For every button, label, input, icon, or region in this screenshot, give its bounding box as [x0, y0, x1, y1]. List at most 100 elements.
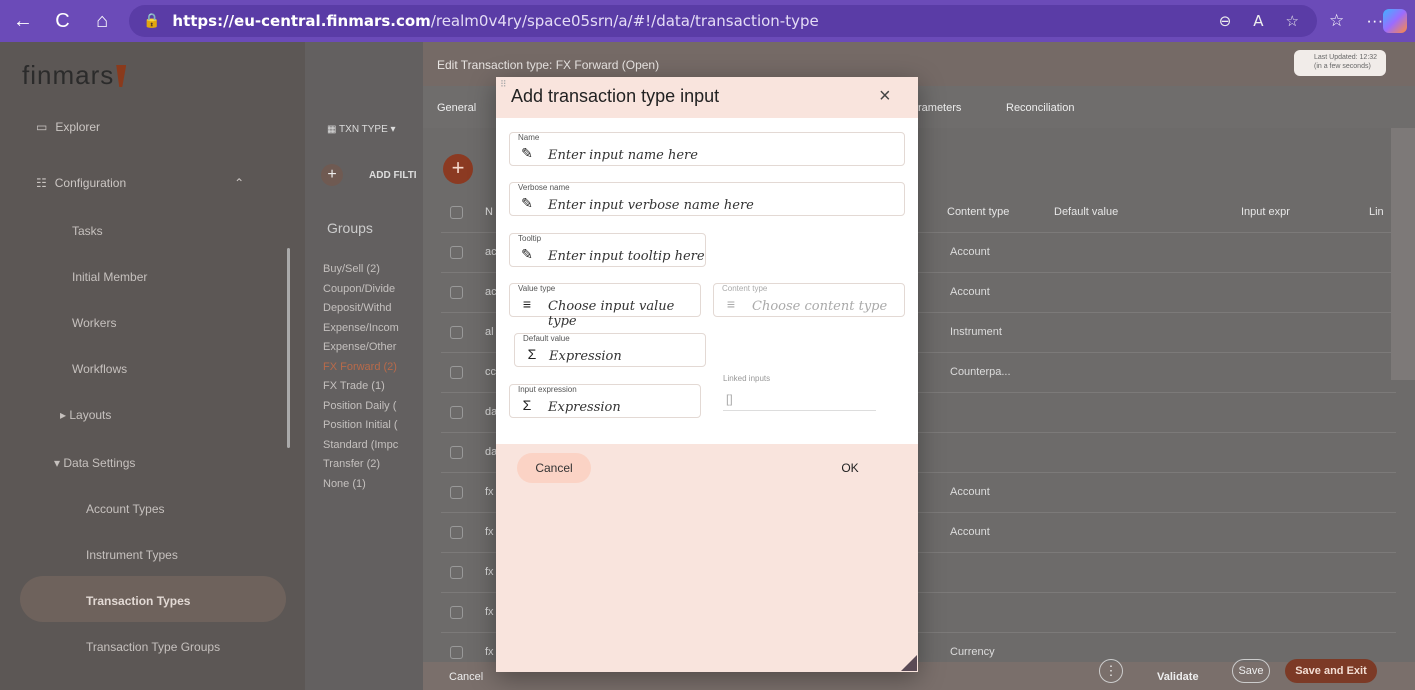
linked-inputs-value[interactable]: [] [726, 392, 733, 406]
ok-button[interactable]: OK [830, 453, 870, 483]
group-item[interactable]: Buy/Sell (2) [323, 260, 423, 280]
col-header-input-expr[interactable]: Input expr [1241, 206, 1290, 218]
row-name-cell[interactable]: fx [485, 606, 494, 618]
group-item[interactable]: Standard (Impc [323, 436, 423, 456]
row-name-cell[interactable]: fx [485, 486, 494, 498]
tooltip-label: Tooltip [518, 234, 542, 243]
group-item[interactable]: Position Daily ( [323, 397, 423, 417]
col-header-name[interactable]: N [485, 206, 493, 218]
row-checkbox[interactable] [450, 566, 463, 579]
row-checkbox[interactable] [450, 606, 463, 619]
last-updated-badge[interactable]: Last Updated: 12:32 (in a few seconds) [1294, 50, 1386, 76]
content-type-label: Content type [722, 284, 768, 293]
verbose-name-field[interactable]: Verbose name ✎ Enter input verbose name … [509, 182, 905, 216]
row-checkbox[interactable] [450, 486, 463, 499]
input-expression-field[interactable]: Input expression Σ Expression [509, 384, 701, 418]
copilot-icon[interactable] [1383, 9, 1407, 33]
sidebar-item-transaction-type-groups[interactable]: Transaction Type Groups [86, 640, 220, 654]
lock-icon[interactable]: 🔒 [143, 13, 160, 29]
row-name-cell[interactable]: ac [485, 246, 497, 258]
sidebar-item-data-settings[interactable]: ▾ Data Settings [54, 456, 135, 470]
default-value-input[interactable]: Expression [549, 349, 622, 364]
group-item[interactable]: FX Forward (2) [323, 358, 423, 378]
address-bar[interactable]: 🔒 https://eu-central.finmars.com /realm0… [128, 5, 1317, 37]
app-shell: finmars ▭ Explorer ☷ Configuration ⌃ Tasks … [0, 42, 1415, 690]
tooltip-field[interactable]: Tooltip ✎ Enter input tooltip here [509, 233, 706, 267]
row-checkbox[interactable] [450, 286, 463, 299]
sidebar-item-workers[interactable]: Workers [72, 316, 116, 330]
default-value-field[interactable]: Default value Σ Expression [514, 333, 706, 367]
group-item[interactable]: Transfer (2) [323, 455, 423, 475]
row-checkbox[interactable] [450, 446, 463, 459]
sidebar-item-workflows[interactable]: Workflows [72, 362, 127, 376]
group-item[interactable]: Expense/Incom [323, 319, 423, 339]
col-header-default-value[interactable]: Default value [1054, 206, 1118, 218]
table-scrollbar[interactable] [1391, 128, 1415, 380]
tab-parameters[interactable]: rameters [918, 102, 961, 114]
name-label: Name [518, 133, 540, 142]
sidebar-item-initial-member[interactable]: Initial Member [72, 270, 147, 284]
sidebar-item-tasks[interactable]: Tasks [72, 224, 103, 238]
favorites-icon[interactable]: ☆ [1329, 11, 1344, 31]
row-checkbox[interactable] [450, 406, 463, 419]
content-type-select[interactable]: Content type ≡ Choose content type [713, 283, 905, 317]
row-name-cell[interactable]: al [485, 326, 494, 338]
close-icon[interactable]: × [879, 85, 891, 108]
more-icon[interactable]: ··· [1366, 11, 1383, 31]
row-checkbox[interactable] [450, 366, 463, 379]
row-name-cell[interactable]: cc [485, 366, 496, 378]
group-item[interactable]: Deposit/Withd [323, 299, 423, 319]
sidebar-item-transaction-types[interactable]: Transaction Types [86, 594, 190, 608]
group-item[interactable]: None (1) [323, 475, 423, 495]
reload-icon[interactable]: C [46, 4, 80, 38]
tooltip-input[interactable]: Enter input tooltip here [548, 249, 705, 264]
txn-type-selector[interactable]: ▦ TXN TYPE ▾ [327, 124, 396, 135]
cancel-button[interactable]: Cancel [517, 453, 591, 483]
finmars-logo[interactable]: finmars [22, 60, 127, 91]
save-button[interactable]: Save [1232, 659, 1270, 683]
home-icon[interactable]: ⌂ [85, 4, 119, 38]
col-header-content-type[interactable]: Content type [947, 206, 1009, 218]
tab-reconciliation[interactable]: Reconciliation [1006, 102, 1074, 114]
select-all-checkbox[interactable] [450, 206, 463, 219]
sidebar-scrollbar[interactable] [287, 248, 290, 448]
row-checkbox[interactable] [450, 246, 463, 259]
url-host: https://eu-central.finmars.com [172, 12, 431, 30]
add-filter-button[interactable]: ADD FILTI [369, 170, 417, 181]
group-item[interactable]: Position Initial ( [323, 416, 423, 436]
group-item[interactable]: FX Trade (1) [323, 377, 423, 397]
sidebar-item-layouts[interactable]: ▸ Layouts [60, 408, 111, 422]
row-checkbox[interactable] [450, 646, 463, 659]
more-actions-icon[interactable]: ⋮ [1099, 659, 1123, 683]
group-item[interactable]: Coupon/Divide [323, 280, 423, 300]
row-name-cell[interactable]: fx [485, 566, 494, 578]
sidebar-item-explorer[interactable]: ▭ Explorer [36, 120, 100, 134]
row-checkbox[interactable] [450, 526, 463, 539]
read-aloud-icon[interactable]: A [1253, 12, 1263, 30]
sidebar-item-instrument-types[interactable]: Instrument Types [86, 548, 178, 562]
sidebar-item-configuration[interactable]: ☷ Configuration ⌃ [36, 176, 244, 190]
row-name-cell[interactable]: fx [485, 526, 494, 538]
name-input[interactable]: Enter input name here [548, 148, 698, 163]
edit-cancel-button[interactable]: Cancel [449, 671, 483, 683]
back-icon[interactable]: ← [6, 4, 40, 38]
validate-button[interactable]: Validate [1157, 671, 1199, 683]
name-field[interactable]: Name ✎ Enter input name here [509, 132, 905, 166]
col-header-linked[interactable]: Lin [1369, 206, 1384, 218]
tab-general[interactable]: General [437, 102, 476, 114]
value-type-select[interactable]: Value type ≡ Choose input value type [509, 283, 701, 329]
favorite-icon[interactable]: ☆ [1286, 12, 1299, 30]
row-name-cell[interactable]: ac [485, 286, 497, 298]
save-and-exit-button[interactable]: Save and Exit [1285, 659, 1377, 683]
input-expression-input[interactable]: Expression [548, 400, 621, 415]
row-checkbox[interactable] [450, 326, 463, 339]
add-input-button[interactable]: + [443, 154, 473, 184]
add-filter-icon[interactable]: + [321, 164, 343, 186]
drag-handle-icon[interactable]: ⠿ [500, 79, 507, 90]
resize-handle-icon[interactable] [901, 655, 917, 671]
row-name-cell[interactable]: fx [485, 646, 494, 658]
group-item[interactable]: Expense/Other [323, 338, 423, 358]
sidebar-item-account-types[interactable]: Account Types [86, 502, 165, 516]
verbose-name-input[interactable]: Enter input verbose name here [548, 198, 754, 213]
zoom-icon[interactable]: ⊖ [1219, 12, 1232, 30]
